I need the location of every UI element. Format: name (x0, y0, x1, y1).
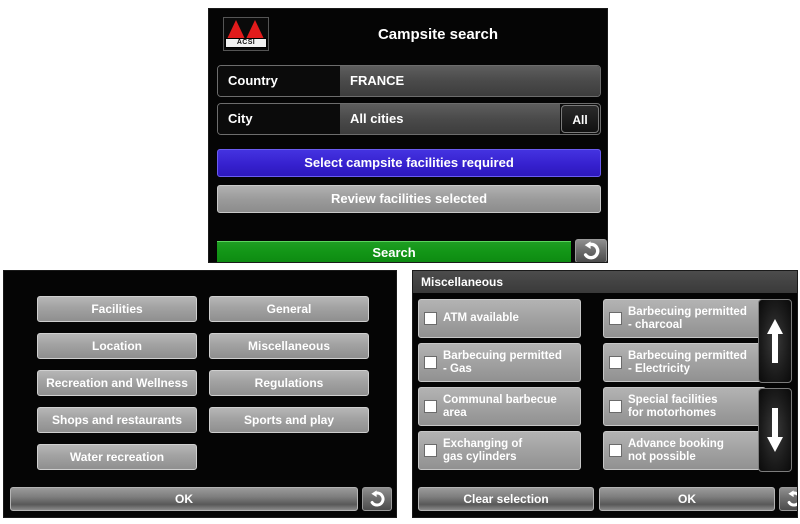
country-field-row[interactable]: Country FRANCE (217, 65, 601, 97)
checkbox-label: Barbecuing permitted - Gas (443, 349, 562, 375)
checkbox-icon[interactable] (424, 400, 437, 413)
back-arrow-icon[interactable] (362, 487, 392, 511)
checkbox-item-advance-booking-not-possible[interactable]: Advance booking not possible (603, 431, 766, 470)
ok-button[interactable]: OK (10, 487, 358, 511)
checkbox-item-special-facilities-for-motorhomes[interactable]: Special facilities for motorhomes (603, 387, 766, 426)
checkbox-label: ATM available (443, 312, 519, 324)
category-button-water-recreation[interactable]: Water recreation (37, 444, 197, 470)
arrow-up-icon[interactable] (758, 299, 792, 383)
city-field-label: City (218, 104, 340, 134)
facility-categories-panel: Facilities General Location Miscellaneou… (3, 270, 397, 518)
checkbox-icon[interactable] (424, 356, 437, 369)
category-button-shops-and-restaurants[interactable]: Shops and restaurants (37, 407, 197, 433)
checkbox-icon[interactable] (609, 400, 622, 413)
back-arrow-icon[interactable] (779, 487, 797, 511)
checkbox-item-communal-barbecue-area[interactable]: Communal barbecue area (418, 387, 581, 426)
category-button-location[interactable]: Location (37, 333, 197, 359)
checkbox-item-barbecuing-gas[interactable]: Barbecuing permitted - Gas (418, 343, 581, 382)
tent-icon-left (227, 20, 245, 39)
checkbox-label: Exchanging of gas cylinders (443, 437, 523, 463)
category-button-miscellaneous[interactable]: Miscellaneous (209, 333, 369, 359)
city-field-value[interactable]: All cities (340, 104, 560, 134)
category-button-facilities[interactable]: Facilities (37, 296, 197, 322)
checkbox-item-exchanging-of-gas-cylinders[interactable]: Exchanging of gas cylinders (418, 431, 581, 470)
category-button-recreation-and-wellness[interactable]: Recreation and Wellness (37, 370, 197, 396)
checkbox-label: Barbecuing permitted - Electricity (628, 349, 747, 375)
checkbox-icon[interactable] (609, 444, 622, 457)
checkbox-label: Barbecuing permitted - charcoal (628, 305, 747, 331)
city-field-row[interactable]: City All cities All (217, 103, 601, 135)
campsite-search-panel: ACSI Campsite search Country FRANCE City… (208, 8, 608, 263)
acsi-logo: ACSI (223, 17, 269, 51)
checkbox-icon[interactable] (609, 312, 622, 325)
tent-icons (227, 20, 265, 39)
back-arrow-icon[interactable] (575, 239, 607, 262)
checkbox-item-barbecuing-electricity[interactable]: Barbecuing permitted - Electricity (603, 343, 766, 382)
search-header: ACSI Campsite search (209, 9, 607, 61)
city-all-button[interactable]: All (561, 105, 599, 133)
miscellaneous-panel: Miscellaneous ATM available Barbecuing p… (412, 270, 798, 518)
checkbox-icon[interactable] (609, 356, 622, 369)
checkbox-label: Special facilities for motorhomes (628, 393, 718, 419)
search-button[interactable]: Search (217, 241, 571, 262)
category-button-general[interactable]: General (209, 296, 369, 322)
arrow-down-icon[interactable] (758, 388, 792, 472)
checkbox-item-barbecuing-charcoal[interactable]: Barbecuing permitted - charcoal (603, 299, 766, 338)
acsi-logo-text: ACSI (225, 38, 267, 48)
tent-icon-right (246, 20, 264, 39)
country-field-label: Country (218, 66, 340, 96)
checkbox-label: Advance booking not possible (628, 437, 724, 463)
panel-title: Miscellaneous (413, 271, 797, 293)
clear-selection-button[interactable]: Clear selection (418, 487, 594, 511)
checkbox-label: Communal barbecue area (443, 393, 557, 419)
ok-button[interactable]: OK (599, 487, 775, 511)
checkbox-icon[interactable] (424, 312, 437, 325)
select-campsite-facilities-button[interactable]: Select campsite facilities required (217, 149, 601, 177)
country-field-value[interactable]: FRANCE (340, 66, 600, 96)
page-title: Campsite search (377, 26, 499, 43)
review-facilities-selected-button[interactable]: Review facilities selected (217, 185, 601, 213)
category-button-regulations[interactable]: Regulations (209, 370, 369, 396)
checkbox-icon[interactable] (424, 444, 437, 457)
category-button-sports-and-play[interactable]: Sports and play (209, 407, 369, 433)
checkbox-item-atm-available[interactable]: ATM available (418, 299, 581, 338)
